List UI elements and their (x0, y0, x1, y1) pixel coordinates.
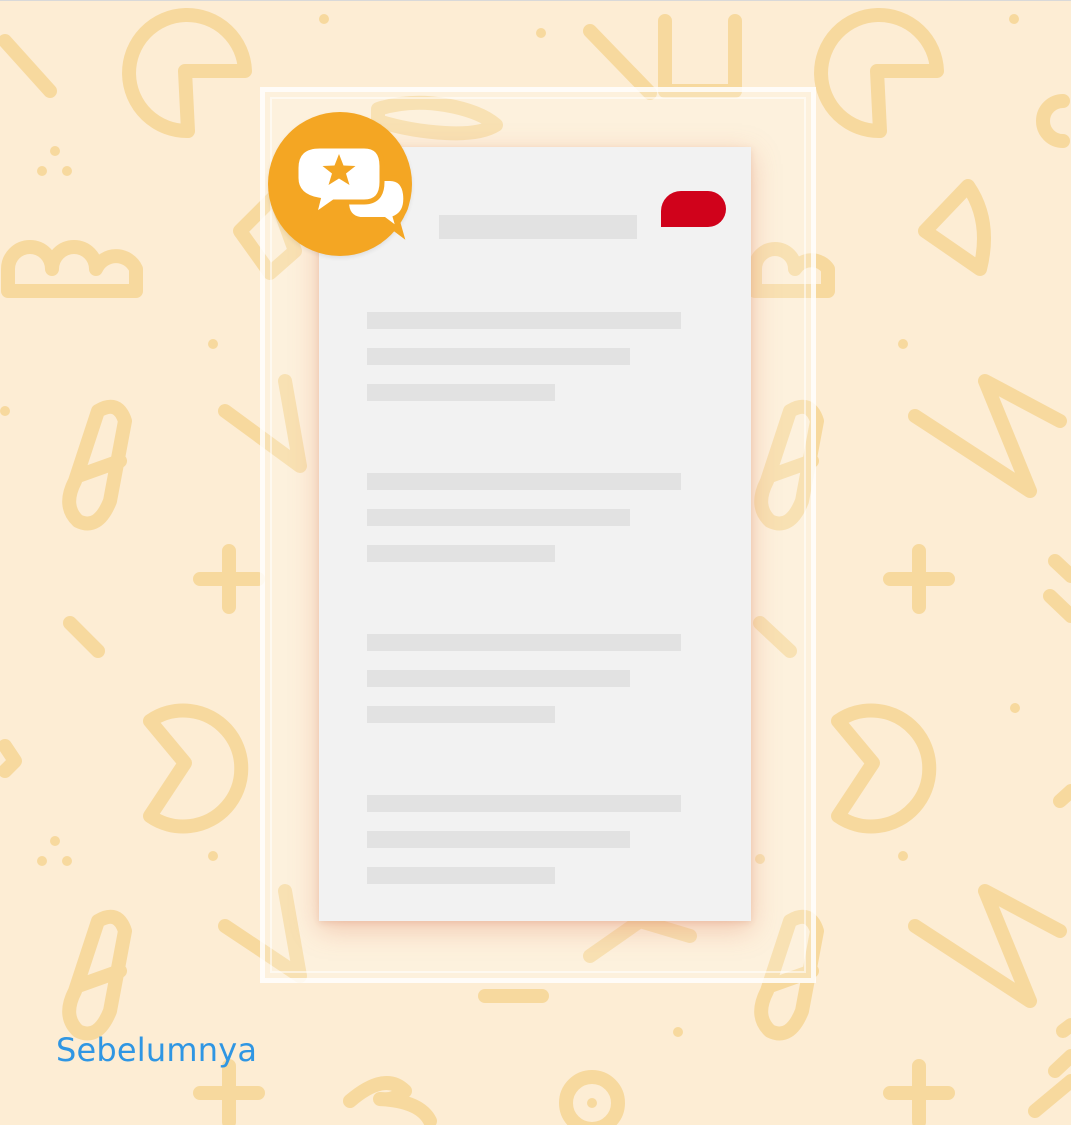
text-placeholder-line (367, 384, 555, 401)
text-placeholder-line (367, 634, 681, 651)
chat-bubbles-star-icon (268, 112, 412, 256)
text-placeholder-line (367, 545, 555, 562)
text-placeholder-line (367, 867, 555, 884)
document-card (319, 147, 751, 921)
text-placeholder-line (367, 509, 630, 526)
onboarding-screen: Sebelumnya (0, 0, 1071, 1125)
red-status-pill (661, 191, 726, 227)
text-placeholder-line (367, 831, 630, 848)
card-header-placeholder (439, 215, 637, 239)
text-placeholder-line (367, 312, 681, 329)
text-placeholder-line (367, 706, 555, 723)
text-placeholder-line (367, 348, 630, 365)
text-placeholder-line (367, 473, 681, 490)
text-placeholder-line (367, 670, 630, 687)
text-placeholder-line (367, 795, 681, 812)
previous-link[interactable]: Sebelumnya (56, 1031, 257, 1069)
